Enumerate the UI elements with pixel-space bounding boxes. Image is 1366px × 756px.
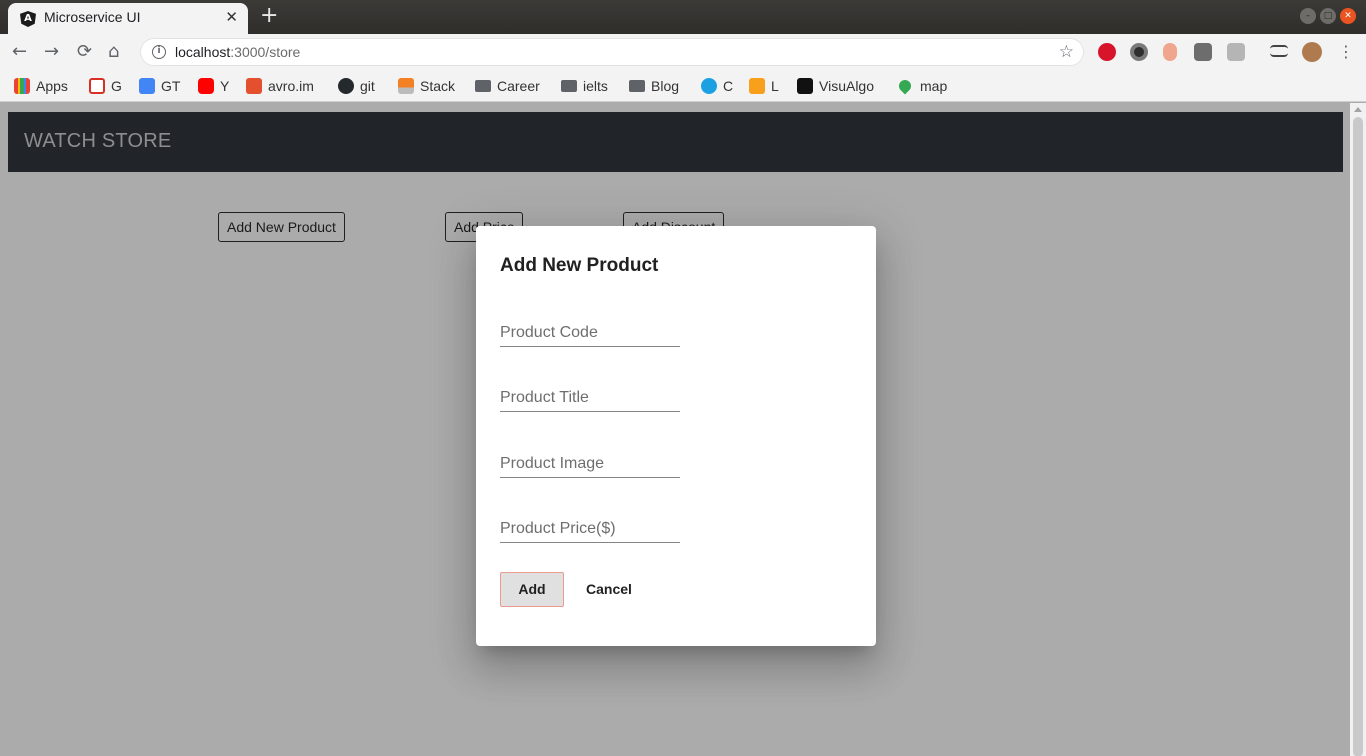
bookmark-label: L xyxy=(771,78,779,94)
add-new-product-button[interactable]: Add New Product xyxy=(218,212,345,242)
folder-icon xyxy=(629,80,645,92)
bookmark-folder[interactable]: Career xyxy=(475,76,540,96)
extension-capsule-icon[interactable] xyxy=(1163,43,1177,61)
bookmark-label: VisuAlgo xyxy=(819,78,875,94)
google-translate-icon xyxy=(139,78,155,94)
url-text[interactable]: localhost:3000/store xyxy=(175,44,300,60)
forward-arrow-icon[interactable]: → xyxy=(44,41,59,63)
bookmark-item[interactable]: G xyxy=(89,76,122,96)
bookmark-item[interactable]: Y xyxy=(198,76,229,96)
bookmark-star-icon[interactable]: ☆ xyxy=(1059,42,1074,62)
bookmark-label: Y xyxy=(220,78,230,94)
bookmark-item[interactable]: L xyxy=(749,76,779,96)
dialog-title: Add New Product xyxy=(500,255,659,276)
adblock-extension-icon[interactable] xyxy=(1098,43,1116,61)
scroll-up-arrow-icon[interactable] xyxy=(1354,107,1362,112)
angular-favicon-icon: A xyxy=(20,11,36,27)
bookmark-item[interactable]: GT xyxy=(139,76,180,96)
avro-icon xyxy=(246,78,262,94)
github-icon xyxy=(338,78,354,94)
apps-grid-icon xyxy=(14,78,30,94)
browser-tab[interactable]: A Microservice UI ✕ xyxy=(8,3,248,34)
facebook-extension-icon[interactable] xyxy=(1194,43,1212,61)
bookmark-label: Apps xyxy=(36,78,68,94)
product-title-field xyxy=(500,382,680,412)
bookmark-label: Stack xyxy=(420,78,456,94)
folder-icon xyxy=(475,80,491,92)
product-image-input[interactable] xyxy=(500,448,680,477)
google-maps-icon xyxy=(896,77,914,95)
browser-titlebar: A Microservice UI ✕ + – □ ✕ xyxy=(0,0,1366,34)
site-info-icon[interactable]: i xyxy=(152,45,166,59)
minimize-icon[interactable]: – xyxy=(1300,8,1316,24)
bookmark-item[interactable]: map xyxy=(896,76,948,96)
url-host: localhost xyxy=(175,44,231,60)
new-tab-button[interactable]: + xyxy=(260,4,278,28)
bookmark-item[interactable]: Apps xyxy=(14,76,68,96)
product-price-input[interactable] xyxy=(500,513,680,542)
scroll-thumb[interactable] xyxy=(1353,117,1363,756)
window-controls: – □ ✕ xyxy=(1300,8,1356,24)
youtube-icon xyxy=(198,78,214,94)
product-image-field xyxy=(500,448,680,478)
bookmark-folder[interactable]: ielts xyxy=(561,76,608,96)
cast-extension-icon[interactable] xyxy=(1227,43,1245,61)
extension-circle-icon[interactable] xyxy=(1130,43,1148,61)
leetcode-icon xyxy=(749,78,765,94)
bookmark-label: Career xyxy=(497,78,540,94)
product-code-input[interactable] xyxy=(500,317,680,346)
tab-title: Microservice UI xyxy=(44,9,141,25)
codeforces-icon xyxy=(701,78,717,94)
cancel-button[interactable]: Cancel xyxy=(580,572,638,607)
address-bar[interactable]: i localhost:3000/store ☆ xyxy=(140,38,1084,66)
url-path: :3000/store xyxy=(230,44,301,60)
tab-close-icon[interactable]: ✕ xyxy=(225,8,238,26)
bookmark-item[interactable]: Stack xyxy=(398,76,455,96)
bookmark-label: Blog xyxy=(651,78,680,94)
window-close-icon[interactable]: ✕ xyxy=(1340,8,1356,24)
reload-icon[interactable]: ⟳ xyxy=(77,41,92,63)
page-scrollbar[interactable] xyxy=(1350,103,1366,756)
bookmark-folder[interactable]: Blog xyxy=(629,76,679,96)
bookmark-item[interactable]: git xyxy=(338,76,375,96)
product-price-field xyxy=(500,513,680,543)
bookmark-label: avro.im xyxy=(268,78,314,94)
bookmark-label: map xyxy=(920,78,948,94)
home-icon[interactable]: ⌂ xyxy=(108,41,119,63)
kebab-menu-icon[interactable]: ⋮ xyxy=(1338,41,1354,63)
bookmark-label: C xyxy=(723,78,734,94)
bookmark-label: GT xyxy=(161,78,181,94)
bookmarks-bar: Apps G GT Y avro.im git Stack Career iel… xyxy=(0,70,1366,102)
bookmark-item[interactable]: VisuAlgo xyxy=(797,76,874,96)
back-arrow-icon[interactable]: ← xyxy=(12,41,27,63)
folder-icon xyxy=(561,80,577,92)
maximize-icon[interactable]: □ xyxy=(1320,8,1336,24)
reading-list-icon[interactable] xyxy=(1270,45,1288,57)
brand-title[interactable]: WATCH STORE xyxy=(24,130,171,153)
add-button[interactable]: Add xyxy=(500,572,564,607)
bookmark-label: ielts xyxy=(583,78,608,94)
bookmark-label: git xyxy=(360,78,375,94)
bookmark-label: G xyxy=(111,78,122,94)
app-navbar: WATCH STORE xyxy=(8,112,1343,172)
browser-toolbar: ← → ⟳ ⌂ i localhost:3000/store ☆ ⋮ xyxy=(0,34,1366,70)
bookmark-item[interactable]: C xyxy=(701,76,733,96)
gmail-icon xyxy=(89,78,105,94)
visualgo-icon xyxy=(797,78,813,94)
bookmark-item[interactable]: avro.im xyxy=(246,76,314,96)
profile-avatar[interactable] xyxy=(1302,42,1322,62)
product-code-field xyxy=(500,317,680,347)
product-title-input[interactable] xyxy=(500,382,680,411)
add-product-dialog: Add New Product Add Cancel xyxy=(476,226,876,646)
stackoverflow-icon xyxy=(398,78,414,94)
